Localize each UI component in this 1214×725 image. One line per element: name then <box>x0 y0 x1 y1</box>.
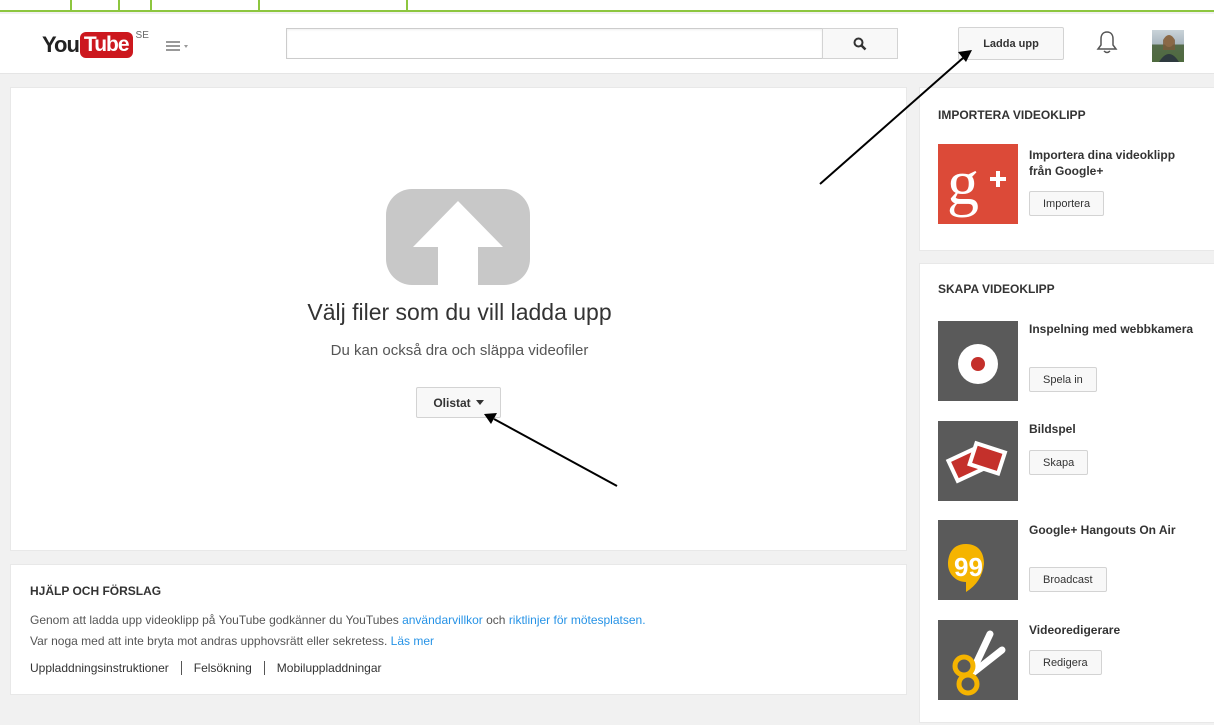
help-section: HJÄLP OCH FÖRSLAG Genom att ladda upp vi… <box>10 564 907 695</box>
search-input[interactable] <box>286 28 822 59</box>
svg-text:g: g <box>947 147 979 218</box>
chevron-down-icon <box>475 400 484 405</box>
upload-arrow-icon <box>386 189 530 285</box>
help-title: HJÄLP OCH FÖRSLAG <box>30 584 162 598</box>
upload-instructions-link[interactable]: Uppladdningsinstruktioner <box>30 661 169 675</box>
import-title: IMPORTERA VIDEOKLIPP <box>938 108 1086 122</box>
hangouts-tile: 99 <box>938 520 1018 600</box>
accent-mark <box>150 0 152 12</box>
privacy-label: Olistat <box>433 395 471 410</box>
divider <box>263 661 265 675</box>
divider <box>180 661 182 675</box>
drag-drop-hint: Du kan också dra och släppa videofiler <box>330 342 589 359</box>
notifications-button[interactable] <box>1096 30 1118 56</box>
slideshow-title: Bildspel <box>1029 422 1076 436</box>
slideshow-tile <box>938 421 1018 501</box>
edit-button[interactable]: Redigera <box>1029 650 1102 675</box>
webcam-title: Inspelning med webbkamera <box>1029 322 1194 336</box>
search-button[interactable] <box>822 28 898 59</box>
accent-mark <box>406 0 408 12</box>
terms-text-mid: och <box>482 613 509 627</box>
terms-link[interactable]: användarvillkor <box>402 613 483 627</box>
import-panel: IMPORTERA VIDEOKLIPP g Importera dina vi… <box>919 87 1214 251</box>
copyright-text: Var noga med att inte bryta mot andras u… <box>30 634 391 648</box>
hamburger-icon <box>166 41 188 51</box>
masthead: You Tube SE Ladda upp <box>0 14 1214 74</box>
guidelines-link[interactable]: riktlinjer för mötesplatsen <box>509 613 642 627</box>
create-panel: SKAPA VIDEOKLIPP Inspelning med webbkame… <box>919 263 1214 723</box>
webcam-tile <box>938 321 1018 401</box>
create-slideshow-button[interactable]: Skapa <box>1029 450 1089 475</box>
search-icon <box>853 37 867 50</box>
slideshow-icon <box>945 440 1008 484</box>
privacy-dropdown[interactable]: Olistat <box>416 387 501 418</box>
google-plus-tile: g <box>938 144 1018 224</box>
avatar-image <box>1159 35 1179 62</box>
help-links: Uppladdningsinstruktioner Felsökning Mob… <box>30 661 382 675</box>
accent-mark <box>70 0 72 12</box>
hangouts-title: Google+ Hangouts On Air <box>1029 523 1176 537</box>
broadcast-button[interactable]: Broadcast <box>1029 567 1107 592</box>
record-button[interactable]: Spela in <box>1029 367 1097 392</box>
upload-area[interactable]: Välj filer som du vill ladda upp Du kan … <box>10 87 907 551</box>
accent-mark <box>258 0 260 12</box>
avatar[interactable] <box>1152 30 1184 62</box>
create-title: SKAPA VIDEOKLIPP <box>938 282 1055 296</box>
terms-notice: Genom att ladda upp videoklipp på YouTub… <box>30 613 646 627</box>
svg-text:99: 99 <box>954 552 983 582</box>
scissors-icon <box>952 630 1006 696</box>
guide-menu-button[interactable] <box>166 38 200 54</box>
logo-you-text: You <box>42 32 80 57</box>
mobile-uploads-link[interactable]: Mobiluppladdningar <box>277 661 382 675</box>
terms-text: Genom att ladda upp videoklipp på YouTub… <box>30 613 403 627</box>
video-editor-tile <box>938 620 1018 700</box>
logo-tube-text: Tube <box>79 32 133 58</box>
video-editor-title: Videoredigerare <box>1029 623 1121 637</box>
youtube-logo[interactable]: You Tube SE <box>42 30 149 58</box>
copyright-notice: Var noga med att inte bryta mot andras u… <box>30 634 434 648</box>
google-plus-icon: g <box>947 147 1006 218</box>
hangouts-icon: 99 <box>948 544 984 592</box>
troubleshooting-link[interactable]: Felsökning <box>194 661 252 675</box>
import-item-title: Importera dina videoklipp från Google+ <box>1029 148 1176 178</box>
record-icon <box>958 344 998 384</box>
top-accent-bar <box>0 0 1214 12</box>
import-button[interactable]: Importera <box>1029 191 1105 216</box>
terms-text-end: . <box>642 613 646 627</box>
accent-mark <box>118 0 120 12</box>
select-files-heading[interactable]: Välj filer som du vill ladda upp <box>11 299 908 326</box>
bell-icon <box>1096 31 1118 54</box>
country-code: SE <box>135 30 149 41</box>
read-more-link[interactable]: Läs mer <box>391 634 434 648</box>
upload-button[interactable]: Ladda upp <box>958 27 1064 60</box>
